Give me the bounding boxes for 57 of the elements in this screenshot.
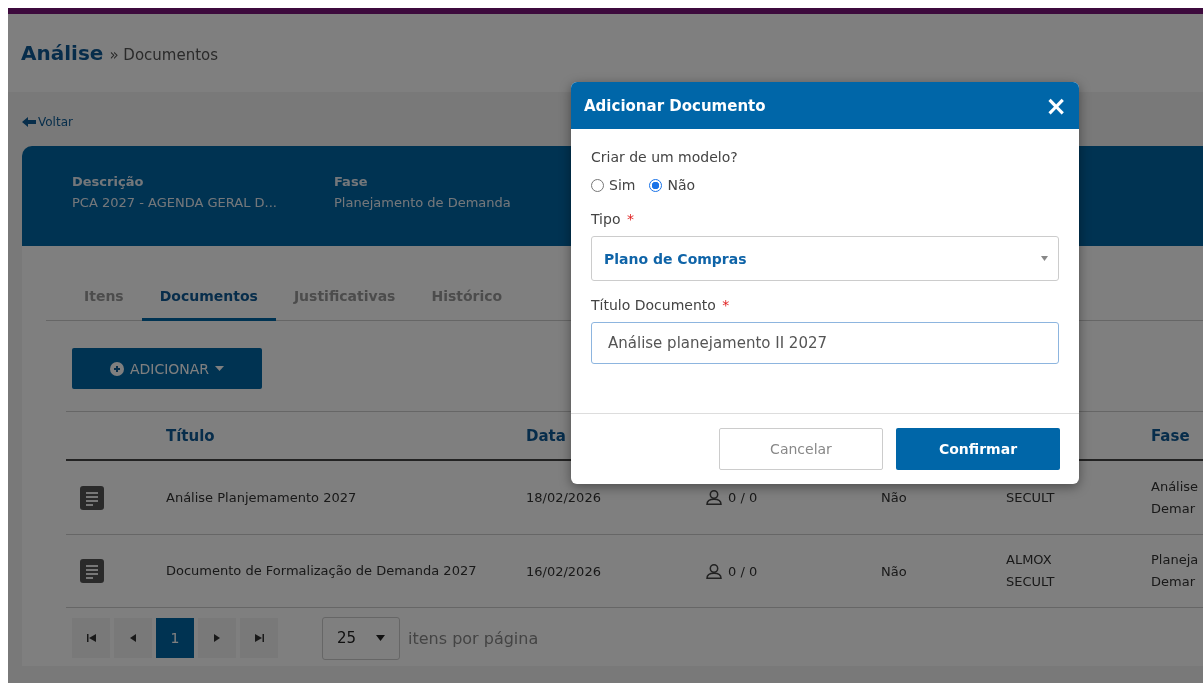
plus-circle-icon [109, 361, 124, 376]
caret-icon [215, 366, 225, 371]
first-page-button[interactable] [72, 618, 110, 658]
column-header: Data [526, 426, 567, 445]
table-cell: 0 / 0 [728, 563, 758, 579]
cancel-button[interactable]: Cancelar [719, 428, 883, 470]
arrow-left-icon [22, 117, 36, 127]
summary-label: Descrição [72, 174, 145, 189]
last-page-button[interactable] [240, 618, 278, 658]
close-button[interactable]: × [1045, 92, 1067, 119]
table-cell-text: Planeja Demar [1151, 551, 1200, 591]
table-cell-text: ALMOX SECULT [1006, 551, 1056, 591]
field-label: Criar de um modelo? [591, 149, 739, 165]
person-icon [706, 563, 722, 579]
dialog-title: Adicionar Documento [584, 96, 766, 115]
type-select[interactable]: Plano de Compras [591, 236, 1059, 281]
table-cell: 0 / 0 [728, 490, 758, 505]
page-button[interactable]: 1 [156, 618, 194, 658]
caret-icon [1041, 256, 1048, 261]
radio-option[interactable]: Não [649, 177, 696, 193]
summary-label: Fase [334, 174, 369, 189]
table-cell-text: Não [881, 563, 908, 579]
back-link[interactable]: Voltar [22, 115, 73, 129]
title-input[interactable]: Análise planejamento II 2027 [591, 322, 1059, 364]
table-cell-text: Documento de Formalização de Demanda 2027 [166, 562, 478, 580]
table-cell-text: SECULT [1006, 488, 1056, 507]
column-header: Fase [1151, 426, 1191, 445]
page-title: Análise [21, 41, 104, 65]
field-label: Título Documento * [591, 297, 731, 313]
confirm-button[interactable]: Confirmar [896, 428, 1060, 470]
required-mark: * [722, 297, 730, 313]
table-cell-text: Não [881, 490, 908, 505]
last-page-icon [254, 634, 264, 642]
tab[interactable]: Documentos [141, 276, 276, 321]
document-icon [80, 485, 104, 510]
previous-icon [130, 634, 136, 642]
table-cell-text: Análise Planjemamento 2027 [166, 488, 358, 507]
page-size-select[interactable]: 25 [322, 616, 400, 660]
person-icon [706, 490, 722, 505]
first-page-icon [86, 634, 96, 642]
radio-option[interactable]: Sim [591, 177, 636, 193]
summary-value: Planejamento de Demanda [334, 195, 512, 210]
next-icon [214, 634, 220, 642]
summary-value: PCA 2027 - AGENDA GERAL D... [72, 195, 278, 210]
table-cell-text: 16/02/2026 [526, 563, 602, 579]
table-cell-text: Análise Demar [1151, 477, 1200, 518]
document-icon [80, 559, 104, 583]
radio-button[interactable] [591, 178, 604, 192]
required-mark: * [626, 211, 634, 227]
field-label: Tipo * [591, 211, 635, 227]
add-button[interactable]: ADICIONAR [72, 348, 262, 389]
table-cell-text: 18/02/2026 [526, 490, 602, 505]
page-size-label: itens por página [408, 628, 539, 648]
radio-button[interactable] [649, 178, 663, 192]
caret-icon [376, 635, 385, 641]
breadcrumb-current: » Documentos [109, 45, 219, 64]
column-header: Título [166, 425, 216, 447]
